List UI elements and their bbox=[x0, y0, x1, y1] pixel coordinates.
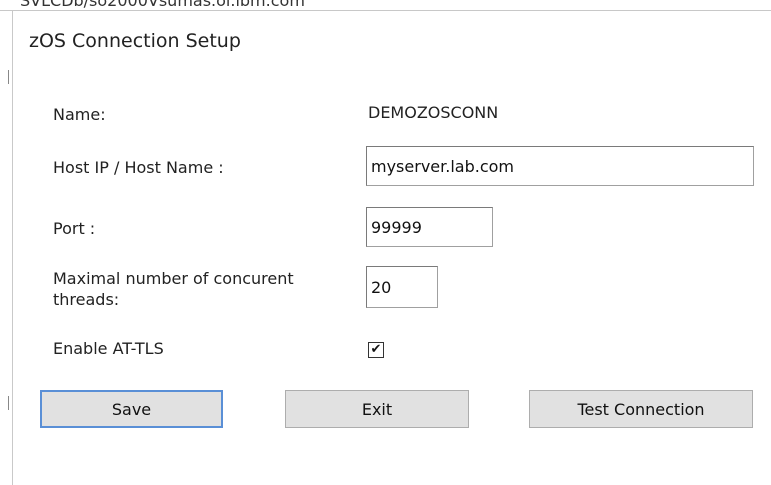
background-window-strip: SVLCDb/so2000Vsumas.ol.ibm.com bbox=[0, 0, 771, 10]
left-edge-mark-top bbox=[8, 70, 9, 84]
threads-label-line-2: threads: bbox=[53, 290, 120, 309]
background-window-text: SVLCDb/so2000Vsumas.ol.ibm.com bbox=[20, 0, 305, 10]
threads-input[interactable] bbox=[366, 266, 438, 308]
name-label: Name: bbox=[53, 105, 106, 124]
exit-button[interactable]: Exit bbox=[285, 390, 469, 428]
left-edge-mark-bottom bbox=[8, 396, 9, 410]
threads-label-line-1: Maximal number of concurent bbox=[53, 269, 294, 288]
tls-label: Enable AT-TLS bbox=[53, 339, 164, 358]
save-button[interactable]: Save bbox=[40, 390, 223, 428]
host-input[interactable] bbox=[366, 146, 754, 186]
host-label: Host IP / Host Name : bbox=[53, 158, 224, 177]
tls-checkbox[interactable]: ✔ bbox=[368, 342, 384, 358]
check-mark-icon: ✔ bbox=[370, 342, 382, 357]
port-input[interactable] bbox=[366, 207, 493, 247]
dialog-title: zOS Connection Setup bbox=[29, 30, 241, 52]
test-connection-button[interactable]: Test Connection bbox=[529, 390, 753, 428]
port-label: Port : bbox=[53, 219, 96, 238]
name-value: DEMOZOSCONN bbox=[368, 103, 499, 122]
